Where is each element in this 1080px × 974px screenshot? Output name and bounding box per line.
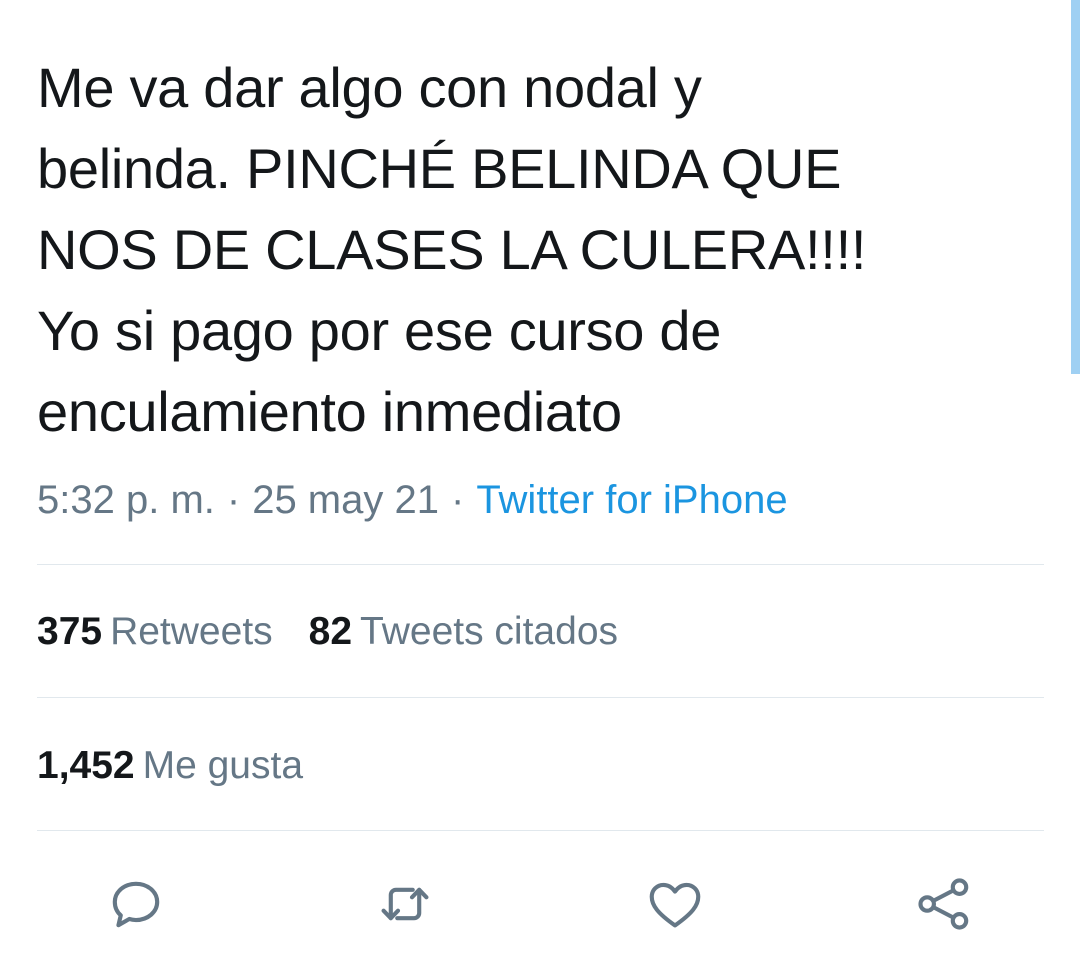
divider [37, 830, 1044, 831]
share-button[interactable] [906, 866, 982, 942]
quote-tweets-label: Tweets citados [360, 610, 619, 653]
tweet-date: 25 may 21 [252, 478, 439, 522]
quote-tweets-count: 82 [308, 610, 353, 653]
reply-icon [112, 881, 160, 928]
likes-label: Me gusta [142, 744, 304, 787]
divider [37, 697, 1044, 698]
meta-separator: · [226, 478, 241, 522]
tweet-meta: 5:32 p. m. · 25 may 21 · Twitter for iPhone [37, 472, 788, 528]
likes-stat[interactable]: 1,452 Me gusta [37, 738, 303, 794]
retweet-icon [381, 887, 429, 921]
retweets-stat[interactable]: 375 Retweets [37, 604, 273, 660]
heart-icon [649, 882, 701, 928]
meta-separator: · [450, 478, 465, 522]
scrollbar[interactable] [1071, 0, 1080, 374]
share-icon [918, 878, 969, 930]
divider [37, 564, 1044, 565]
tweet-text: Me va dar algo con nodal y belinda. PINC… [37, 56, 867, 443]
likes-count: 1,452 [37, 744, 135, 787]
retweets-label: Retweets [110, 610, 273, 653]
engagement-stats-row: 375 Retweets 82 Tweets citados [37, 604, 654, 660]
quote-tweets-stat[interactable]: 82 Tweets citados [309, 604, 618, 660]
retweet-button[interactable] [367, 866, 443, 942]
tweet-time: 5:32 p. m. [37, 478, 215, 522]
tweet-source-link[interactable]: Twitter for iPhone [476, 478, 787, 522]
reply-button[interactable] [98, 866, 174, 942]
like-button[interactable] [637, 866, 713, 942]
retweets-count: 375 [37, 610, 103, 653]
tweet-action-bar [0, 866, 1080, 942]
likes-stats-row: 1,452 Me gusta [37, 738, 339, 794]
